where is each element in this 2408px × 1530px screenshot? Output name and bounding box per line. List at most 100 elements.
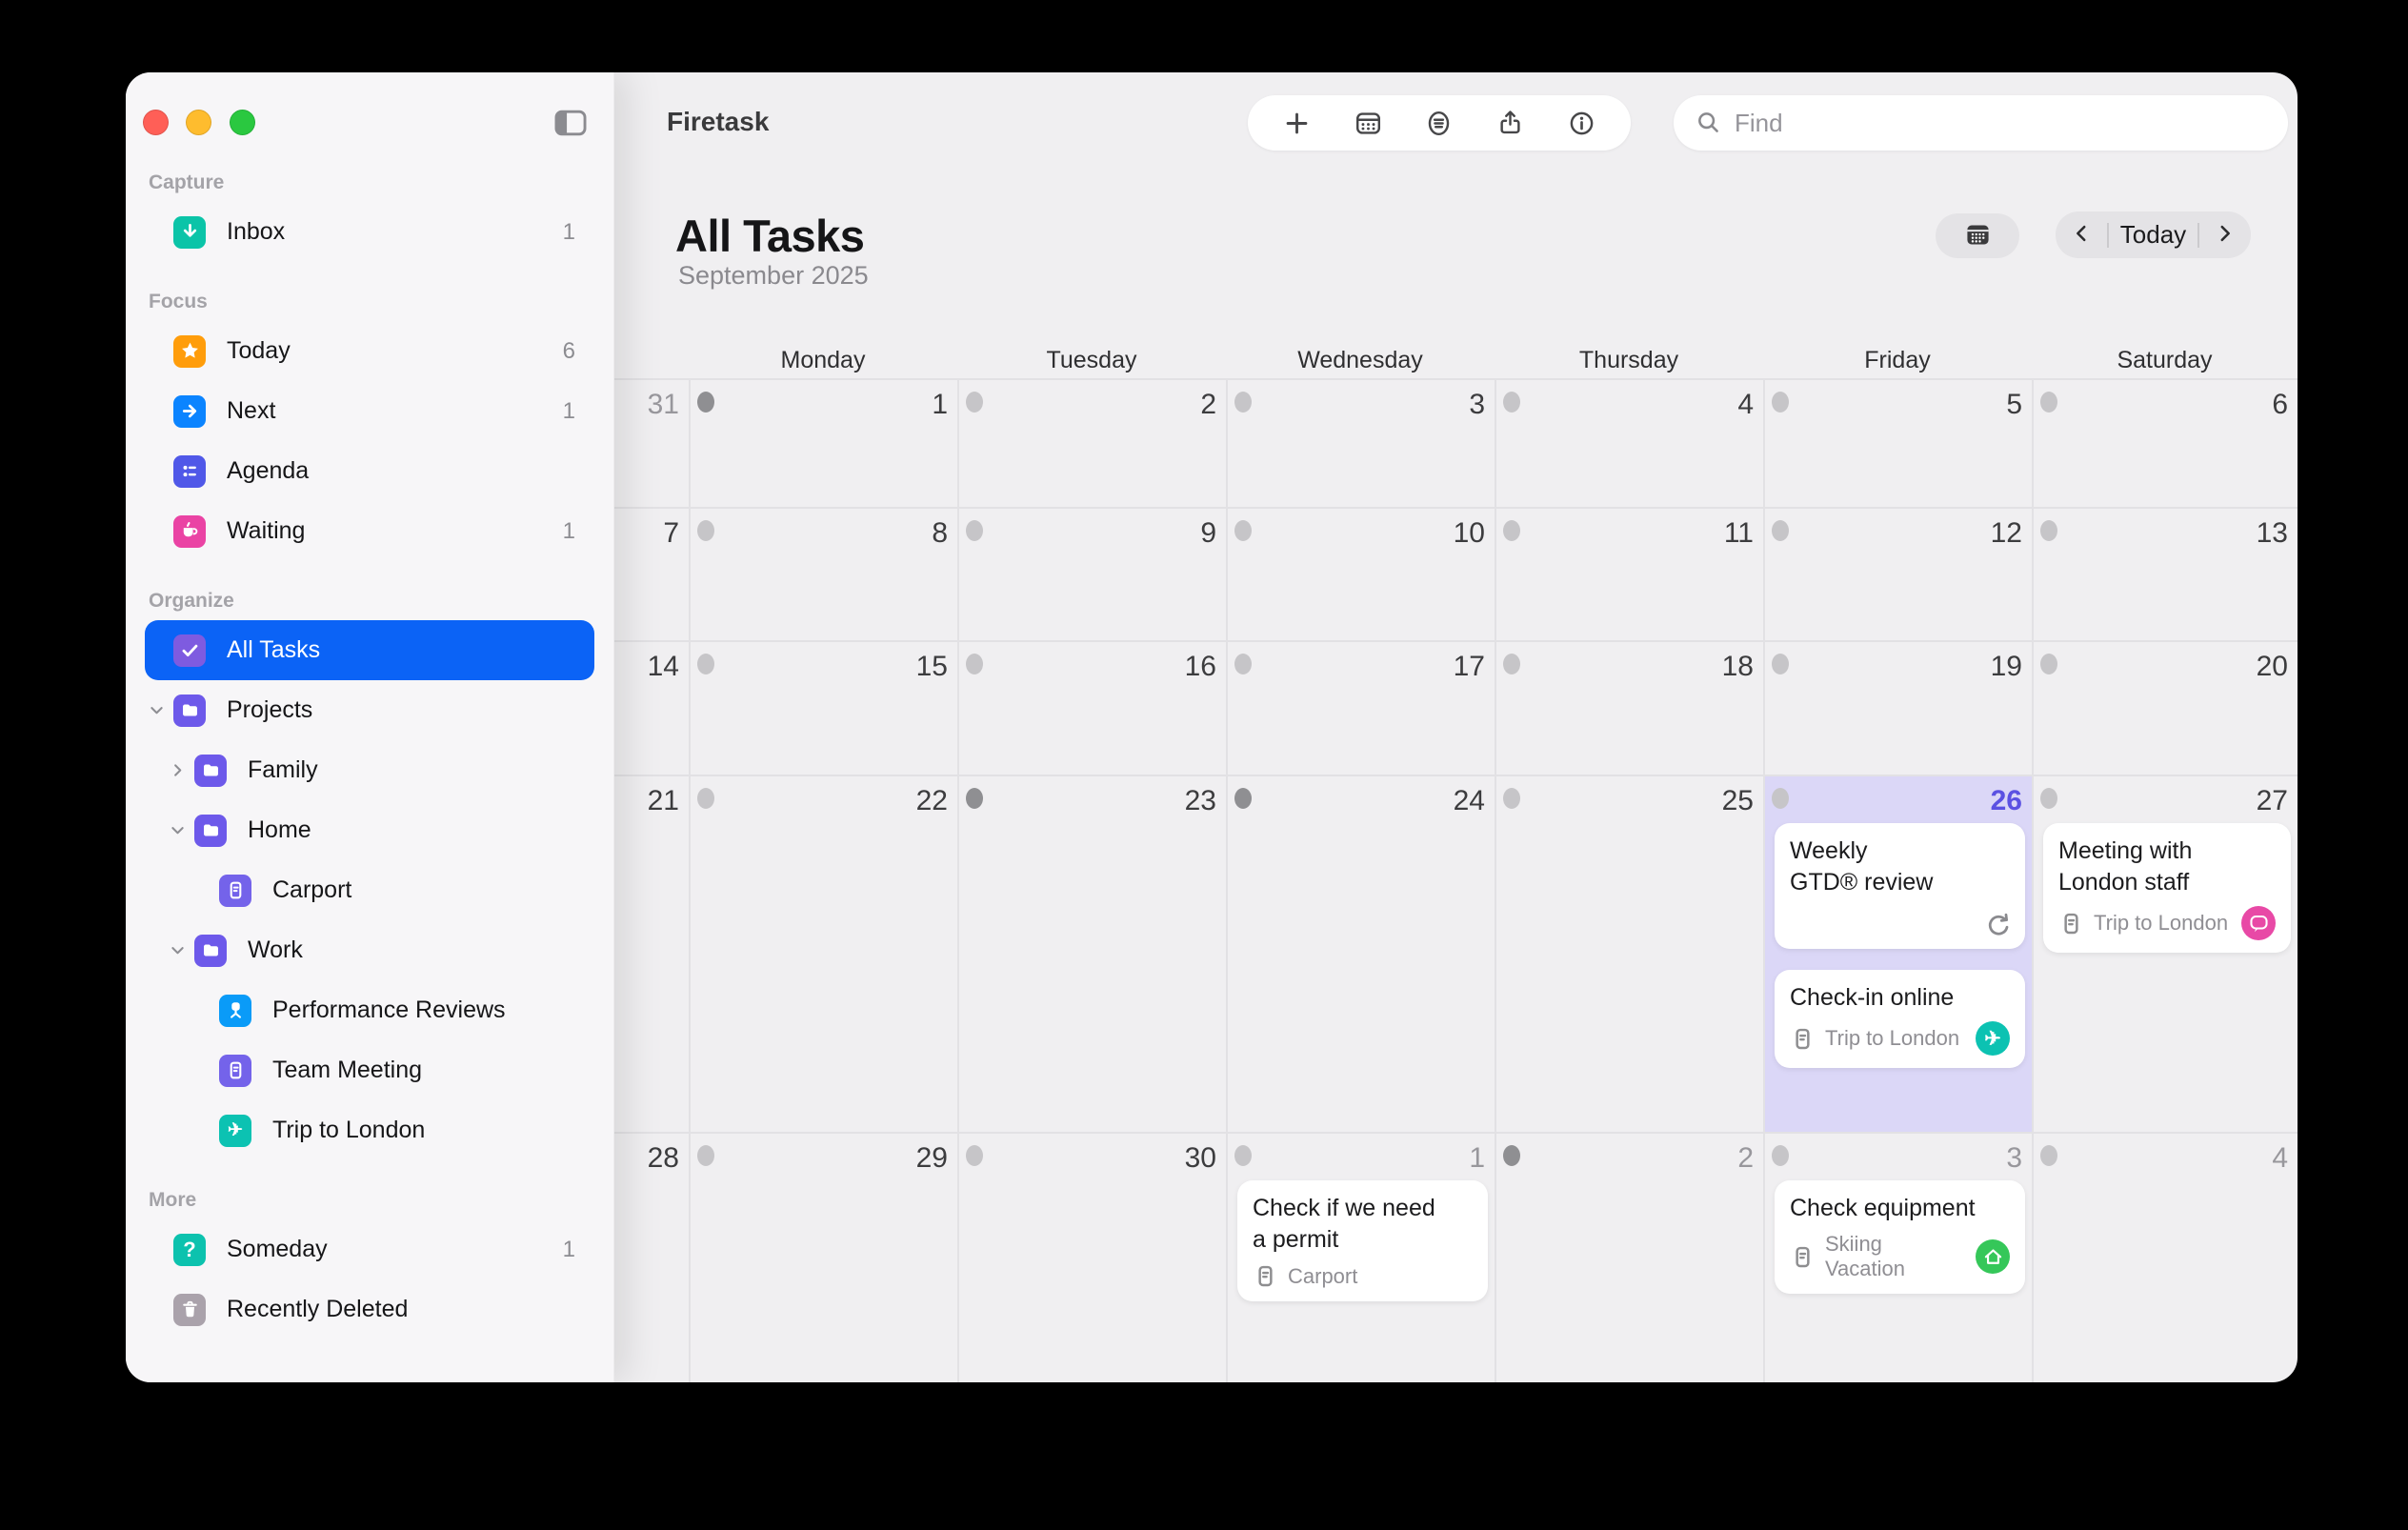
day-cell-25[interactable]: 25 (1495, 775, 1763, 1132)
day-cell-15[interactable]: 15 (689, 640, 957, 775)
day-cell-11[interactable]: 11 (1495, 507, 1763, 640)
sidebar-item-inbox[interactable]: Inbox1 (145, 202, 594, 262)
day-cell-8[interactable]: 8 (689, 507, 957, 640)
chevron-right-icon (2215, 223, 2236, 247)
day-cell-6[interactable]: 6 (2032, 378, 2298, 507)
item-count-badge: 6 (563, 338, 575, 365)
day-cell-4[interactable]: 4 (2032, 1132, 2298, 1382)
disclosure-chevron-right-icon[interactable] (168, 761, 187, 780)
day-cell-2[interactable]: 2 (1495, 1132, 1763, 1382)
day-cell-24[interactable]: 24 (1226, 775, 1495, 1132)
sidebar-item-projects[interactable]: Projects (145, 680, 594, 740)
day-cell-19[interactable]: 19 (1763, 640, 2032, 775)
task-title: Check-in online (1790, 982, 2010, 1014)
day-number: 28 (648, 1142, 679, 1175)
sidebar-item-home[interactable]: Home (145, 800, 594, 860)
day-cell-26[interactable]: 26 Weekly GTD® review Check-in online Trip … (1763, 775, 2032, 1132)
day-cell-3[interactable]: 3Check equipmentSkiing Vacation (1763, 1132, 2032, 1382)
minimize-window-button[interactable] (186, 110, 211, 135)
filter-button[interactable] (1417, 101, 1461, 145)
sidebar-item-label: Family (248, 756, 318, 784)
sidebar-item-label: Recently Deleted (227, 1296, 408, 1323)
task-card-meeting-with[interactable]: Meeting with London staffTrip to London (2043, 823, 2291, 953)
day-number: 25 (1722, 785, 1754, 817)
day-cell-20[interactable]: 20 (2032, 640, 2298, 775)
sidebar-item-waiting[interactable]: Waiting1 (145, 501, 594, 561)
project-label: Trip to London (2094, 911, 2228, 936)
day-cell-22[interactable]: 22 (689, 775, 957, 1132)
sidebar-item-trip-to-london[interactable]: ✈Trip to London (145, 1100, 594, 1160)
calendar-view-button[interactable] (1346, 101, 1390, 145)
sidebar-item-carport[interactable]: Carport (145, 860, 594, 920)
day-activity-dot (1772, 392, 1789, 413)
day-cell-17[interactable]: 17 (1226, 640, 1495, 775)
day-cell-1[interactable]: 1 (689, 378, 957, 507)
day-number: 4 (1737, 389, 1754, 421)
info-icon (1567, 109, 1596, 138)
day-cell-2[interactable]: 2 (957, 378, 1226, 507)
close-window-button[interactable] (143, 110, 169, 135)
day-cell-1[interactable]: 1 Check if we need a permitCarport (1226, 1132, 1495, 1382)
app-window: Firetask Find All Tasks September 2025 T… (126, 72, 2298, 1382)
day-cell-5[interactable]: 5 (1763, 378, 2032, 507)
cup-icon (173, 515, 206, 548)
info-button[interactable] (1559, 101, 1603, 145)
day-activity-dot (1772, 1145, 1789, 1166)
day-number: 26 (1991, 785, 2022, 817)
day-cell-29[interactable]: 29 (689, 1132, 957, 1382)
search-icon (1695, 109, 1723, 137)
sidebar-toggle-button[interactable] (552, 107, 589, 139)
day-cell-12[interactable]: 12 (1763, 507, 2032, 640)
day-activity-dot (2040, 654, 2057, 674)
day-cell-18[interactable]: 18 (1495, 640, 1763, 775)
find-field[interactable]: Find (1674, 95, 2288, 151)
day-cell-30[interactable]: 30 (957, 1132, 1226, 1382)
find-placeholder: Find (1735, 109, 1783, 138)
next-button[interactable] (2199, 211, 2251, 258)
add-button[interactable] (1275, 101, 1319, 145)
today-button[interactable]: Today (2109, 220, 2197, 250)
sidebar-item-performance-reviews[interactable]: Performance Reviews (145, 980, 594, 1040)
task-title: Check equipment (1790, 1193, 2010, 1224)
day-cell-13[interactable]: 13 (2032, 507, 2298, 640)
day-cell-3[interactable]: 3 (1226, 378, 1495, 507)
sidebar-item-label: Someday (227, 1236, 328, 1263)
sidebar-item-recently-deleted[interactable]: Recently Deleted (145, 1279, 594, 1339)
day-events: Check if we need a permitCarport (1228, 1134, 1495, 1301)
calendar-toggle-button[interactable] (1936, 213, 2019, 258)
day-cell-4[interactable]: 4 (1495, 378, 1763, 507)
disclosure-chevron-down-icon[interactable] (147, 701, 166, 720)
day-cell-9[interactable]: 9 (957, 507, 1226, 640)
day-number: 24 (1454, 785, 1485, 817)
task-title: Weekly GTD® review (1790, 835, 2010, 898)
sidebar-item-all-tasks[interactable]: All Tasks (145, 620, 594, 680)
day-number: 14 (648, 651, 679, 683)
share-button[interactable] (1489, 101, 1533, 145)
day-cell-16[interactable]: 16 (957, 640, 1226, 775)
day-number: 27 (2257, 785, 2288, 817)
sidebar-item-someday[interactable]: ?Someday1 (145, 1219, 594, 1279)
day-number: 9 (1200, 517, 1216, 550)
sidebar-item-today[interactable]: Today6 (145, 321, 594, 381)
task-card-weekly[interactable]: Weekly GTD® review (1775, 823, 2025, 949)
sidebar-item-agenda[interactable]: Agenda (145, 441, 594, 501)
day-cell-10[interactable]: 10 (1226, 507, 1495, 640)
disclosure-chevron-down-icon[interactable] (168, 821, 187, 840)
day-cell-27[interactable]: 27 Meeting with London staffTrip to Londo… (2032, 775, 2298, 1132)
task-meta: Trip to London✈ (1790, 1021, 2010, 1056)
bullets-icon (173, 455, 206, 488)
previous-button[interactable] (2056, 211, 2107, 258)
day-number: 1 (1469, 1142, 1485, 1175)
day-activity-dot (697, 654, 714, 674)
task-card-check-if-we-need[interactable]: Check if we need a permitCarport (1237, 1180, 1488, 1301)
sidebar-item-family[interactable]: Family (145, 740, 594, 800)
sidebar-item-work[interactable]: Work (145, 920, 594, 980)
task-card-check-in-online[interactable]: Check-in online Trip to London✈ (1775, 970, 2025, 1068)
disclosure-chevron-down-icon[interactable] (168, 941, 187, 960)
sidebar-item-next[interactable]: Next1 (145, 381, 594, 441)
item-count-badge: 1 (563, 1237, 575, 1263)
day-cell-23[interactable]: 23 (957, 775, 1226, 1132)
task-card-check-equipment[interactable]: Check equipmentSkiing Vacation (1775, 1180, 2025, 1294)
sidebar-item-team-meeting[interactable]: Team Meeting (145, 1040, 594, 1100)
zoom-window-button[interactable] (230, 110, 255, 135)
